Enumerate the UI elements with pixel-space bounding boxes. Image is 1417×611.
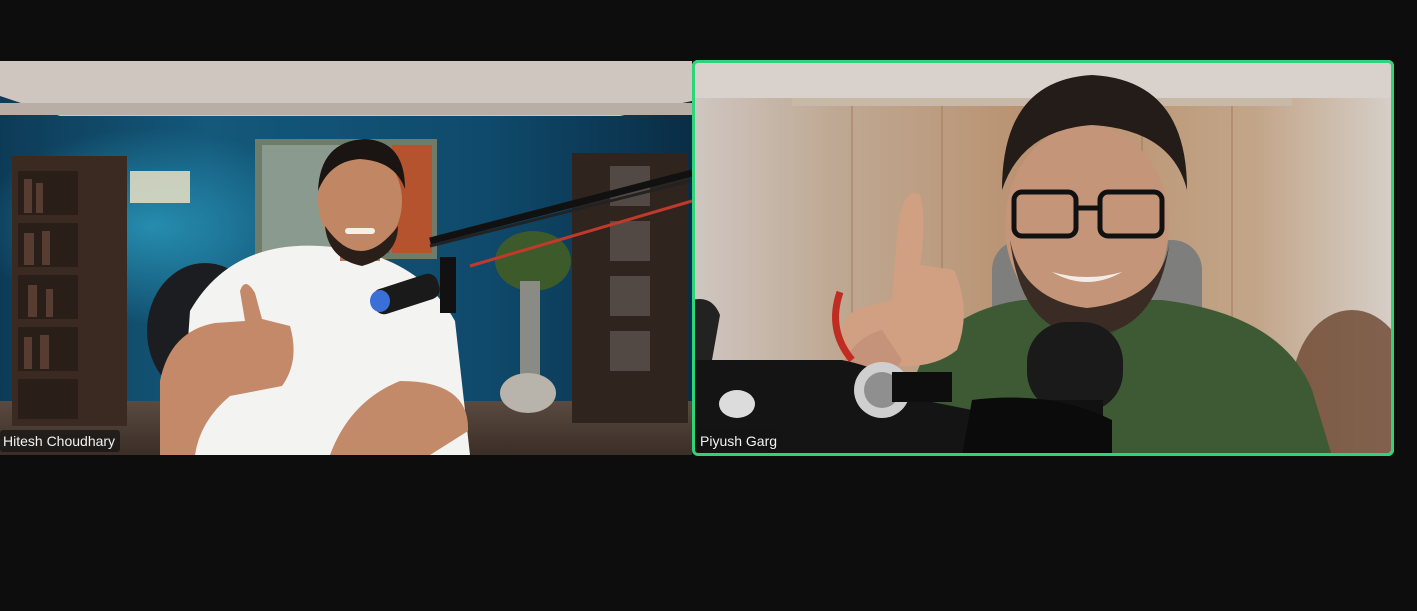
video-gallery: Hitesh Choudhary Piyush Garg xyxy=(0,0,1417,611)
participant-video-piyush xyxy=(692,60,1394,456)
participant-name-label: Hitesh Choudhary xyxy=(0,430,121,452)
participant-tile-piyush[interactable]: Piyush Garg xyxy=(692,60,1394,456)
participant-name-label: Piyush Garg xyxy=(697,430,783,452)
participant-video-hitesh xyxy=(0,61,692,455)
participant-tile-hitesh[interactable]: Hitesh Choudhary xyxy=(0,61,692,455)
